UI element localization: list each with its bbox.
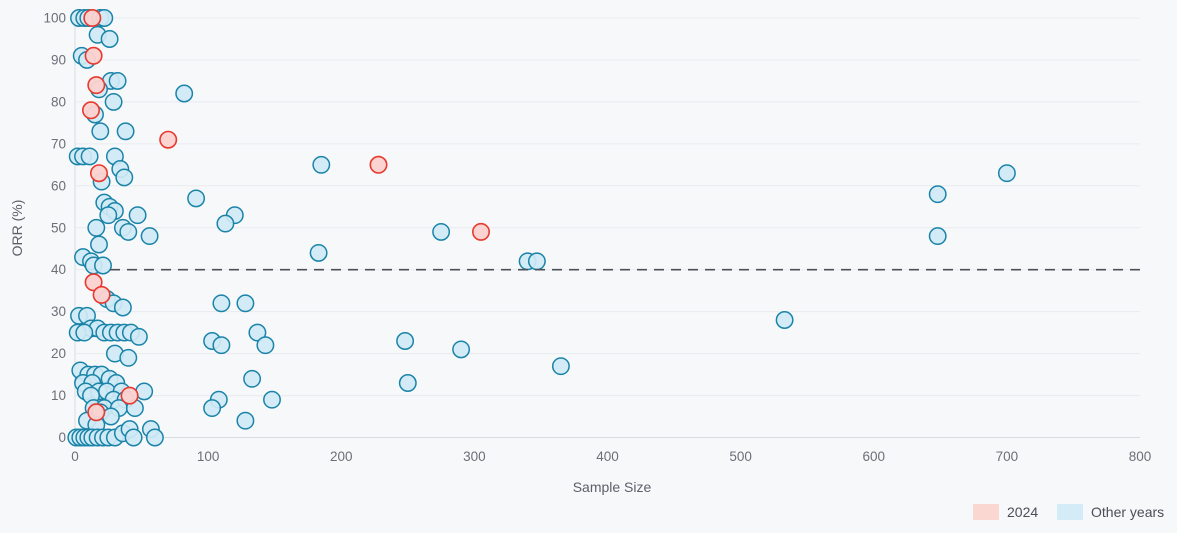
data-point[interactable] <box>94 256 112 275</box>
data-point[interactable] <box>129 327 148 346</box>
data-point[interactable] <box>398 374 417 392</box>
data-point[interactable] <box>113 298 132 317</box>
y-axis-tick-labels: 0 10 20 30 40 50 60 70 80 90 100 <box>43 11 66 446</box>
y-tick-label: 60 <box>51 178 66 193</box>
data-point[interactable] <box>212 336 231 355</box>
data-point[interactable] <box>119 348 138 367</box>
data-point[interactable] <box>775 311 794 329</box>
x-axis-tick-labels: 0 100 200 300 400 500 600 700 800 <box>71 449 1151 464</box>
data-point[interactable] <box>87 76 106 95</box>
data-point[interactable] <box>124 428 143 447</box>
data-point[interactable] <box>90 235 108 254</box>
legend-swatch-2024[interactable] <box>973 504 999 520</box>
data-point[interactable] <box>527 252 546 271</box>
gridlines-group <box>74 17 1140 438</box>
data-point[interactable] <box>83 9 102 27</box>
data-point[interactable] <box>263 390 281 409</box>
data-point[interactable] <box>216 214 235 233</box>
data-point[interactable] <box>128 206 147 225</box>
data-point[interactable] <box>87 403 106 422</box>
x-tick-label: 600 <box>863 449 886 464</box>
chart-legend[interactable]: 2024 Other years <box>973 504 1164 520</box>
data-point[interactable] <box>120 386 139 405</box>
data-point[interactable] <box>212 294 231 313</box>
data-point[interactable] <box>82 101 101 120</box>
data-point[interactable] <box>116 122 135 141</box>
data-point[interactable] <box>928 227 947 246</box>
y-tick-label: 30 <box>51 304 66 319</box>
data-point[interactable] <box>115 168 134 187</box>
y-tick-label: 10 <box>51 388 66 403</box>
x-tick-label: 300 <box>463 449 486 464</box>
y-tick-label: 70 <box>51 136 66 151</box>
legend-label[interactable]: 2024 <box>1007 504 1038 520</box>
data-point[interactable] <box>119 222 138 241</box>
x-tick-label: 200 <box>330 449 353 464</box>
data-point[interactable] <box>997 164 1016 183</box>
data-point[interactable] <box>236 411 255 430</box>
data-point[interactable] <box>187 189 206 208</box>
y-tick-label: 90 <box>51 52 66 67</box>
x-tick-label: 800 <box>1129 449 1152 464</box>
data-point[interactable] <box>256 336 275 355</box>
data-point[interactable] <box>145 428 164 447</box>
x-tick-label: 0 <box>71 449 79 464</box>
data-point[interactable] <box>175 84 194 103</box>
y-tick-label: 80 <box>51 94 66 109</box>
data-point[interactable] <box>203 399 222 418</box>
data-point[interactable] <box>108 71 127 90</box>
data-point[interactable] <box>87 218 106 237</box>
data-point[interactable] <box>140 227 159 246</box>
data-point[interactable] <box>551 357 570 376</box>
data-point[interactable] <box>84 46 103 65</box>
y-tick-label: 100 <box>43 11 66 26</box>
data-point[interactable] <box>369 155 388 174</box>
scatter-plot-svg[interactable]: 0 10 20 30 40 50 60 70 80 90 100 0 100 200 300 400 500 6… <box>0 0 1177 533</box>
data-point[interactable] <box>309 243 328 262</box>
data-point[interactable] <box>80 147 99 166</box>
legend-swatch-other-years[interactable] <box>1057 504 1083 520</box>
data-point[interactable] <box>92 285 111 304</box>
data-point[interactable] <box>75 323 94 342</box>
data-point[interactable] <box>396 332 415 350</box>
x-tick-label: 400 <box>596 449 619 464</box>
y-tick-label: 0 <box>58 430 66 445</box>
data-point[interactable] <box>928 185 947 204</box>
data-point[interactable] <box>91 122 110 141</box>
data-point[interactable] <box>100 30 119 48</box>
data-point[interactable] <box>104 92 123 111</box>
data-point[interactable] <box>90 164 109 183</box>
x-axis-title: Sample Size <box>573 479 652 495</box>
y-tick-label: 40 <box>51 262 66 277</box>
data-point[interactable] <box>243 369 262 388</box>
y-tick-label: 50 <box>51 220 66 235</box>
y-tick-label: 20 <box>51 346 66 361</box>
y-axis-title: ORR (%) <box>9 200 25 257</box>
data-point[interactable] <box>432 222 451 241</box>
data-point[interactable] <box>99 206 118 225</box>
data-point[interactable] <box>452 340 471 359</box>
legend-label[interactable]: Other years <box>1091 504 1164 520</box>
x-tick-label: 700 <box>996 449 1019 464</box>
data-point[interactable] <box>471 222 490 241</box>
data-point[interactable] <box>312 155 331 174</box>
x-tick-label: 100 <box>197 449 220 464</box>
data-point[interactable] <box>159 130 178 149</box>
data-point[interactable] <box>236 294 255 313</box>
x-tick-label: 500 <box>729 449 752 464</box>
scatter-chart-container: 0 10 20 30 40 50 60 70 80 90 100 0 100 200 300 400 500 6… <box>0 0 1177 533</box>
